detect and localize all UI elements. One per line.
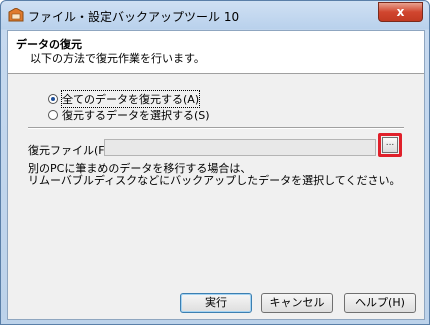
header-subtitle: 以下の方法で復元作業を行います。 (30, 52, 205, 65)
restore-file-label: 復元ファイル(F) (28, 144, 109, 157)
header-panel: データの復元 以下の方法で復元作業を行います。 (8, 31, 424, 74)
cancel-button[interactable]: キャンセル (261, 293, 333, 313)
help-button[interactable]: ヘルプ(H) (344, 293, 416, 313)
run-button[interactable]: 実行 (180, 293, 252, 313)
radio-button-checked[interactable] (48, 94, 58, 104)
radio-label[interactable]: 全てのデータを復元する(A) (60, 90, 201, 108)
note-line-2: リムーバブルディスクなどにバックアップしたデータを選択してください。 (28, 174, 401, 187)
window-title: ファイル・設定バックアップツール 10 (28, 10, 240, 24)
restore-file-input[interactable] (104, 139, 376, 156)
migration-note: 別のPCに筆まめのデータを移行する場合は、 リムーバブルディスクなどにバックアッ… (28, 163, 400, 187)
separator (28, 127, 404, 129)
radio-label[interactable]: 復元するデータを選択する(S) (62, 107, 210, 123)
dialog-window: ファイル・設定バックアップツール 10 x データの復元 以下の方法で復元作業を… (0, 0, 430, 325)
radio-select-data[interactable]: 復元するデータを選択する(S) (48, 107, 210, 123)
close-icon: x (396, 5, 405, 19)
app-icon (8, 8, 24, 22)
radio-restore-all[interactable]: 全てのデータを復元する(A) (48, 90, 201, 108)
title-bar[interactable]: ファイル・設定バックアップツール 10 x (1, 1, 429, 29)
radio-button[interactable] (48, 110, 58, 120)
browse-button[interactable]: ... (382, 137, 398, 153)
close-button[interactable]: x (378, 2, 423, 22)
dialog-client-area: データの復元 以下の方法で復元作業を行います。 全てのデータを復元する(A) 復… (7, 30, 425, 320)
